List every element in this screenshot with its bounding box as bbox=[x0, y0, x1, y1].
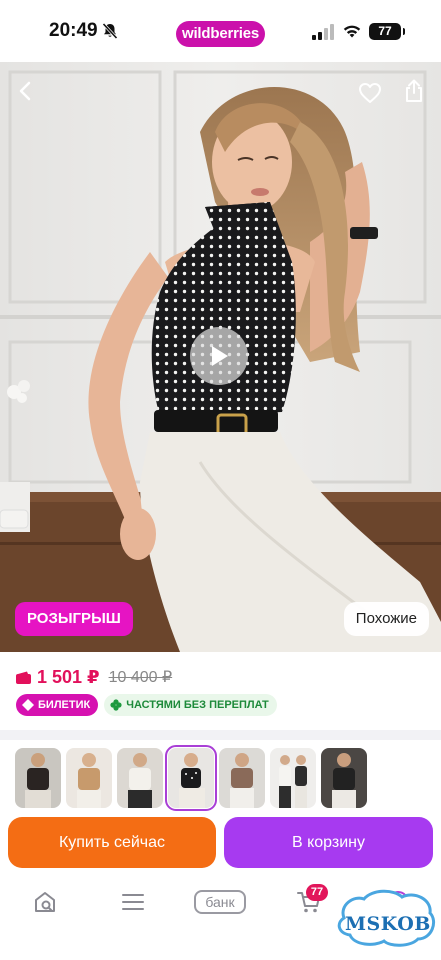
nav-catalog[interactable] bbox=[118, 888, 148, 916]
thumbnail-active[interactable] bbox=[165, 745, 217, 811]
raffle-badge[interactable]: РОЗЫГРЫШ bbox=[15, 602, 133, 636]
ticket-badge[interactable]: БИЛЕТИК bbox=[16, 694, 99, 716]
ticket-icon bbox=[22, 699, 34, 711]
thumbnail[interactable] bbox=[219, 748, 265, 808]
play-video-button[interactable] bbox=[190, 327, 248, 385]
status-bar: 20:49 wildberries 77 bbox=[0, 0, 441, 62]
variant-thumbnails bbox=[15, 745, 367, 811]
section-divider bbox=[0, 730, 441, 740]
wallet-icon bbox=[16, 671, 31, 684]
wifi-icon bbox=[343, 25, 361, 38]
ticket-label: БИЛЕТИК bbox=[38, 699, 91, 711]
thumbnail-image bbox=[15, 748, 61, 808]
share-button[interactable] bbox=[397, 74, 431, 108]
nav-home[interactable] bbox=[30, 888, 60, 916]
thumbnail-image bbox=[219, 748, 265, 808]
installments-badge[interactable]: ЧАСТЯМИ БЕЗ ПЕРЕПЛАТ bbox=[104, 694, 277, 716]
current-price: 1 501 ₽ bbox=[37, 666, 100, 687]
play-icon bbox=[212, 346, 228, 366]
heart-icon bbox=[359, 83, 381, 103]
thumbnail-image bbox=[168, 748, 214, 808]
home-search-icon bbox=[35, 892, 55, 912]
product-screen: 20:49 wildberries 77 РОЗЫГРЫШ Похожие 1 … bbox=[0, 0, 441, 960]
buy-now-button[interactable]: Купить сейчас bbox=[8, 817, 216, 868]
thumbnail-image bbox=[117, 748, 163, 808]
status-time: 20:49 bbox=[49, 20, 98, 41]
nav-bank[interactable]: банк bbox=[194, 890, 246, 914]
product-image[interactable]: РОЗЫГРЫШ Похожие bbox=[0, 62, 441, 652]
thumbnail-image bbox=[321, 748, 367, 808]
thumbnail[interactable] bbox=[321, 748, 367, 808]
signal-icon bbox=[312, 24, 334, 40]
battery-icon: 77 bbox=[369, 23, 405, 40]
add-to-cart-button[interactable]: В корзину bbox=[224, 817, 433, 868]
clover-icon bbox=[110, 699, 122, 711]
thumbnail[interactable] bbox=[66, 748, 112, 808]
promo-badges: БИЛЕТИК ЧАСТЯМИ БЕЗ ПЕРЕПЛАТ bbox=[16, 694, 277, 716]
cart-count-badge: 77 bbox=[306, 884, 328, 901]
favorite-button[interactable] bbox=[353, 76, 387, 110]
similar-button[interactable]: Похожие bbox=[343, 602, 429, 636]
thumbnail-image bbox=[66, 748, 112, 808]
thumbnail[interactable] bbox=[117, 748, 163, 808]
old-price: 10 400 ₽ bbox=[108, 669, 173, 686]
watermark-text: MSKOB bbox=[345, 913, 431, 935]
price-row: 1 501 ₽ 10 400 ₽ bbox=[16, 664, 172, 690]
share-icon bbox=[406, 79, 422, 102]
installments-label: ЧАСТЯМИ БЕЗ ПЕРЕПЛАТ bbox=[126, 699, 269, 711]
thumbnail[interactable] bbox=[270, 748, 316, 808]
bell-muted-icon bbox=[102, 22, 118, 40]
catalog-icon bbox=[122, 894, 144, 910]
brand-logo: wildberries bbox=[176, 21, 265, 47]
thumbnail-image bbox=[270, 748, 316, 808]
back-chevron-icon bbox=[19, 81, 31, 101]
back-button[interactable] bbox=[8, 74, 42, 108]
thumbnail[interactable] bbox=[15, 748, 61, 808]
